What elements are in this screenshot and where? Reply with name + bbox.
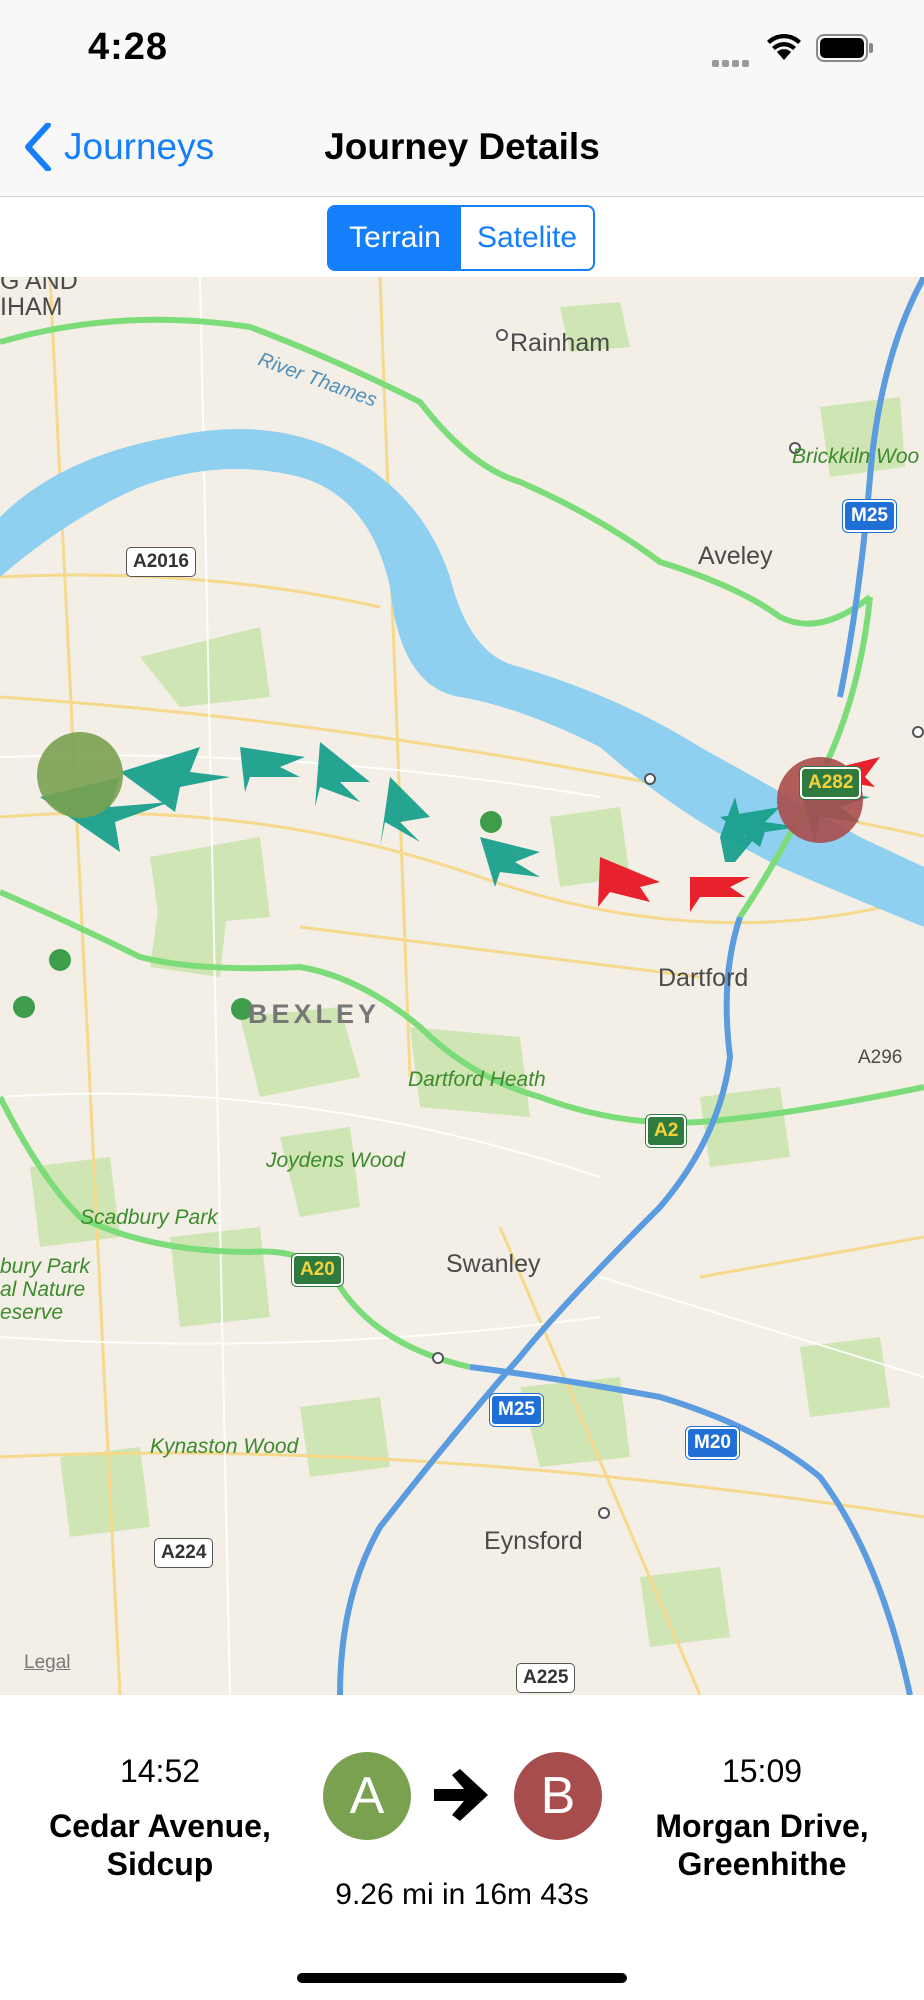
map-legal-link[interactable]: Legal [24, 1652, 71, 1674]
wifi-icon [767, 33, 801, 60]
status-bar: 4:28 [0, 0, 924, 96]
road-shield-m20: M20 [686, 1427, 739, 1459]
park-brickkiln[interactable]: Brickkiln Woo [792, 445, 919, 469]
start-place: Cedar Avenue, Sidcup [49, 1808, 271, 1882]
arrow-right-icon [434, 1769, 488, 1821]
road-shield-a224: A224 [154, 1538, 214, 1568]
road-shield-a2016: A2016 [126, 547, 196, 577]
road-shield-a20: A20 [292, 1254, 343, 1286]
home-indicator[interactable] [297, 1973, 627, 1983]
start-marker: A [323, 1752, 411, 1840]
map-canvas [0, 277, 924, 1695]
end-marker: B [514, 1752, 602, 1840]
road-shield-a2: A2 [646, 1115, 687, 1147]
park-joydens-wood[interactable]: Joydens Wood [266, 1149, 405, 1173]
segment-terrain[interactable]: Terrain [329, 207, 461, 269]
park-kynaston-wood[interactable]: Kynaston Wood [150, 1435, 298, 1459]
place-dartford[interactable]: Dartford [658, 964, 748, 993]
park-pin-icon [13, 996, 35, 1018]
park-scadbury-reserve-3[interactable]: eserve [0, 1301, 63, 1325]
status-time: 4:28 [88, 26, 169, 68]
park-scadbury-reserve-2[interactable]: al Nature [0, 1278, 85, 1302]
start-marker-dot[interactable] [37, 732, 123, 818]
road-label-a296: A296 [858, 1047, 903, 1068]
road-shield-a282: A282 [800, 767, 862, 799]
park-scadbury-reserve-1[interactable]: bury Park [0, 1255, 90, 1279]
district-bexley[interactable]: BEXLEY [248, 999, 380, 1030]
segment-satellite[interactable]: Satelite [461, 207, 593, 269]
park-pin-icon [49, 949, 71, 971]
place-swanley[interactable]: Swanley [446, 1250, 541, 1279]
start-time: 14:52 [119, 1753, 201, 1789]
battery-icon [816, 34, 873, 62]
park-scadbury[interactable]: Scadbury Park [80, 1206, 218, 1230]
navigation-bar: Journeys Journey Details [0, 96, 924, 197]
place-aveley[interactable]: Aveley [698, 542, 773, 571]
road-shield-a225: A225 [516, 1663, 576, 1693]
journey-distance-duration: 9.26 mi in 16m 43s [335, 1878, 589, 1911]
page-title: Journey Details [324, 126, 600, 167]
map-view[interactable]: G AND IHAM Rainham Aveley Dartford Swanl… [0, 277, 924, 1695]
road-shield-m25-north: M25 [843, 500, 896, 532]
map-type-segmented-control: Terrain Satelite [327, 205, 595, 271]
park-dartford-heath[interactable]: Dartford Heath [408, 1068, 546, 1092]
end-place: Morgan Drive, Greenhithe [655, 1808, 869, 1882]
road-shield-m25-south: M25 [490, 1394, 543, 1426]
place-eynsford[interactable]: Eynsford [484, 1527, 583, 1556]
journey-summary: 14:52 Cedar Avenue, Sidcup A B 15:09 Mor… [0, 1695, 924, 2000]
end-time: 15:09 [721, 1753, 803, 1789]
park-pin-icon [480, 811, 502, 833]
map-label-edge-2: IHAM [0, 293, 63, 321]
cellular-signal-icon [712, 54, 756, 67]
place-rainham[interactable]: Rainham [510, 329, 610, 358]
